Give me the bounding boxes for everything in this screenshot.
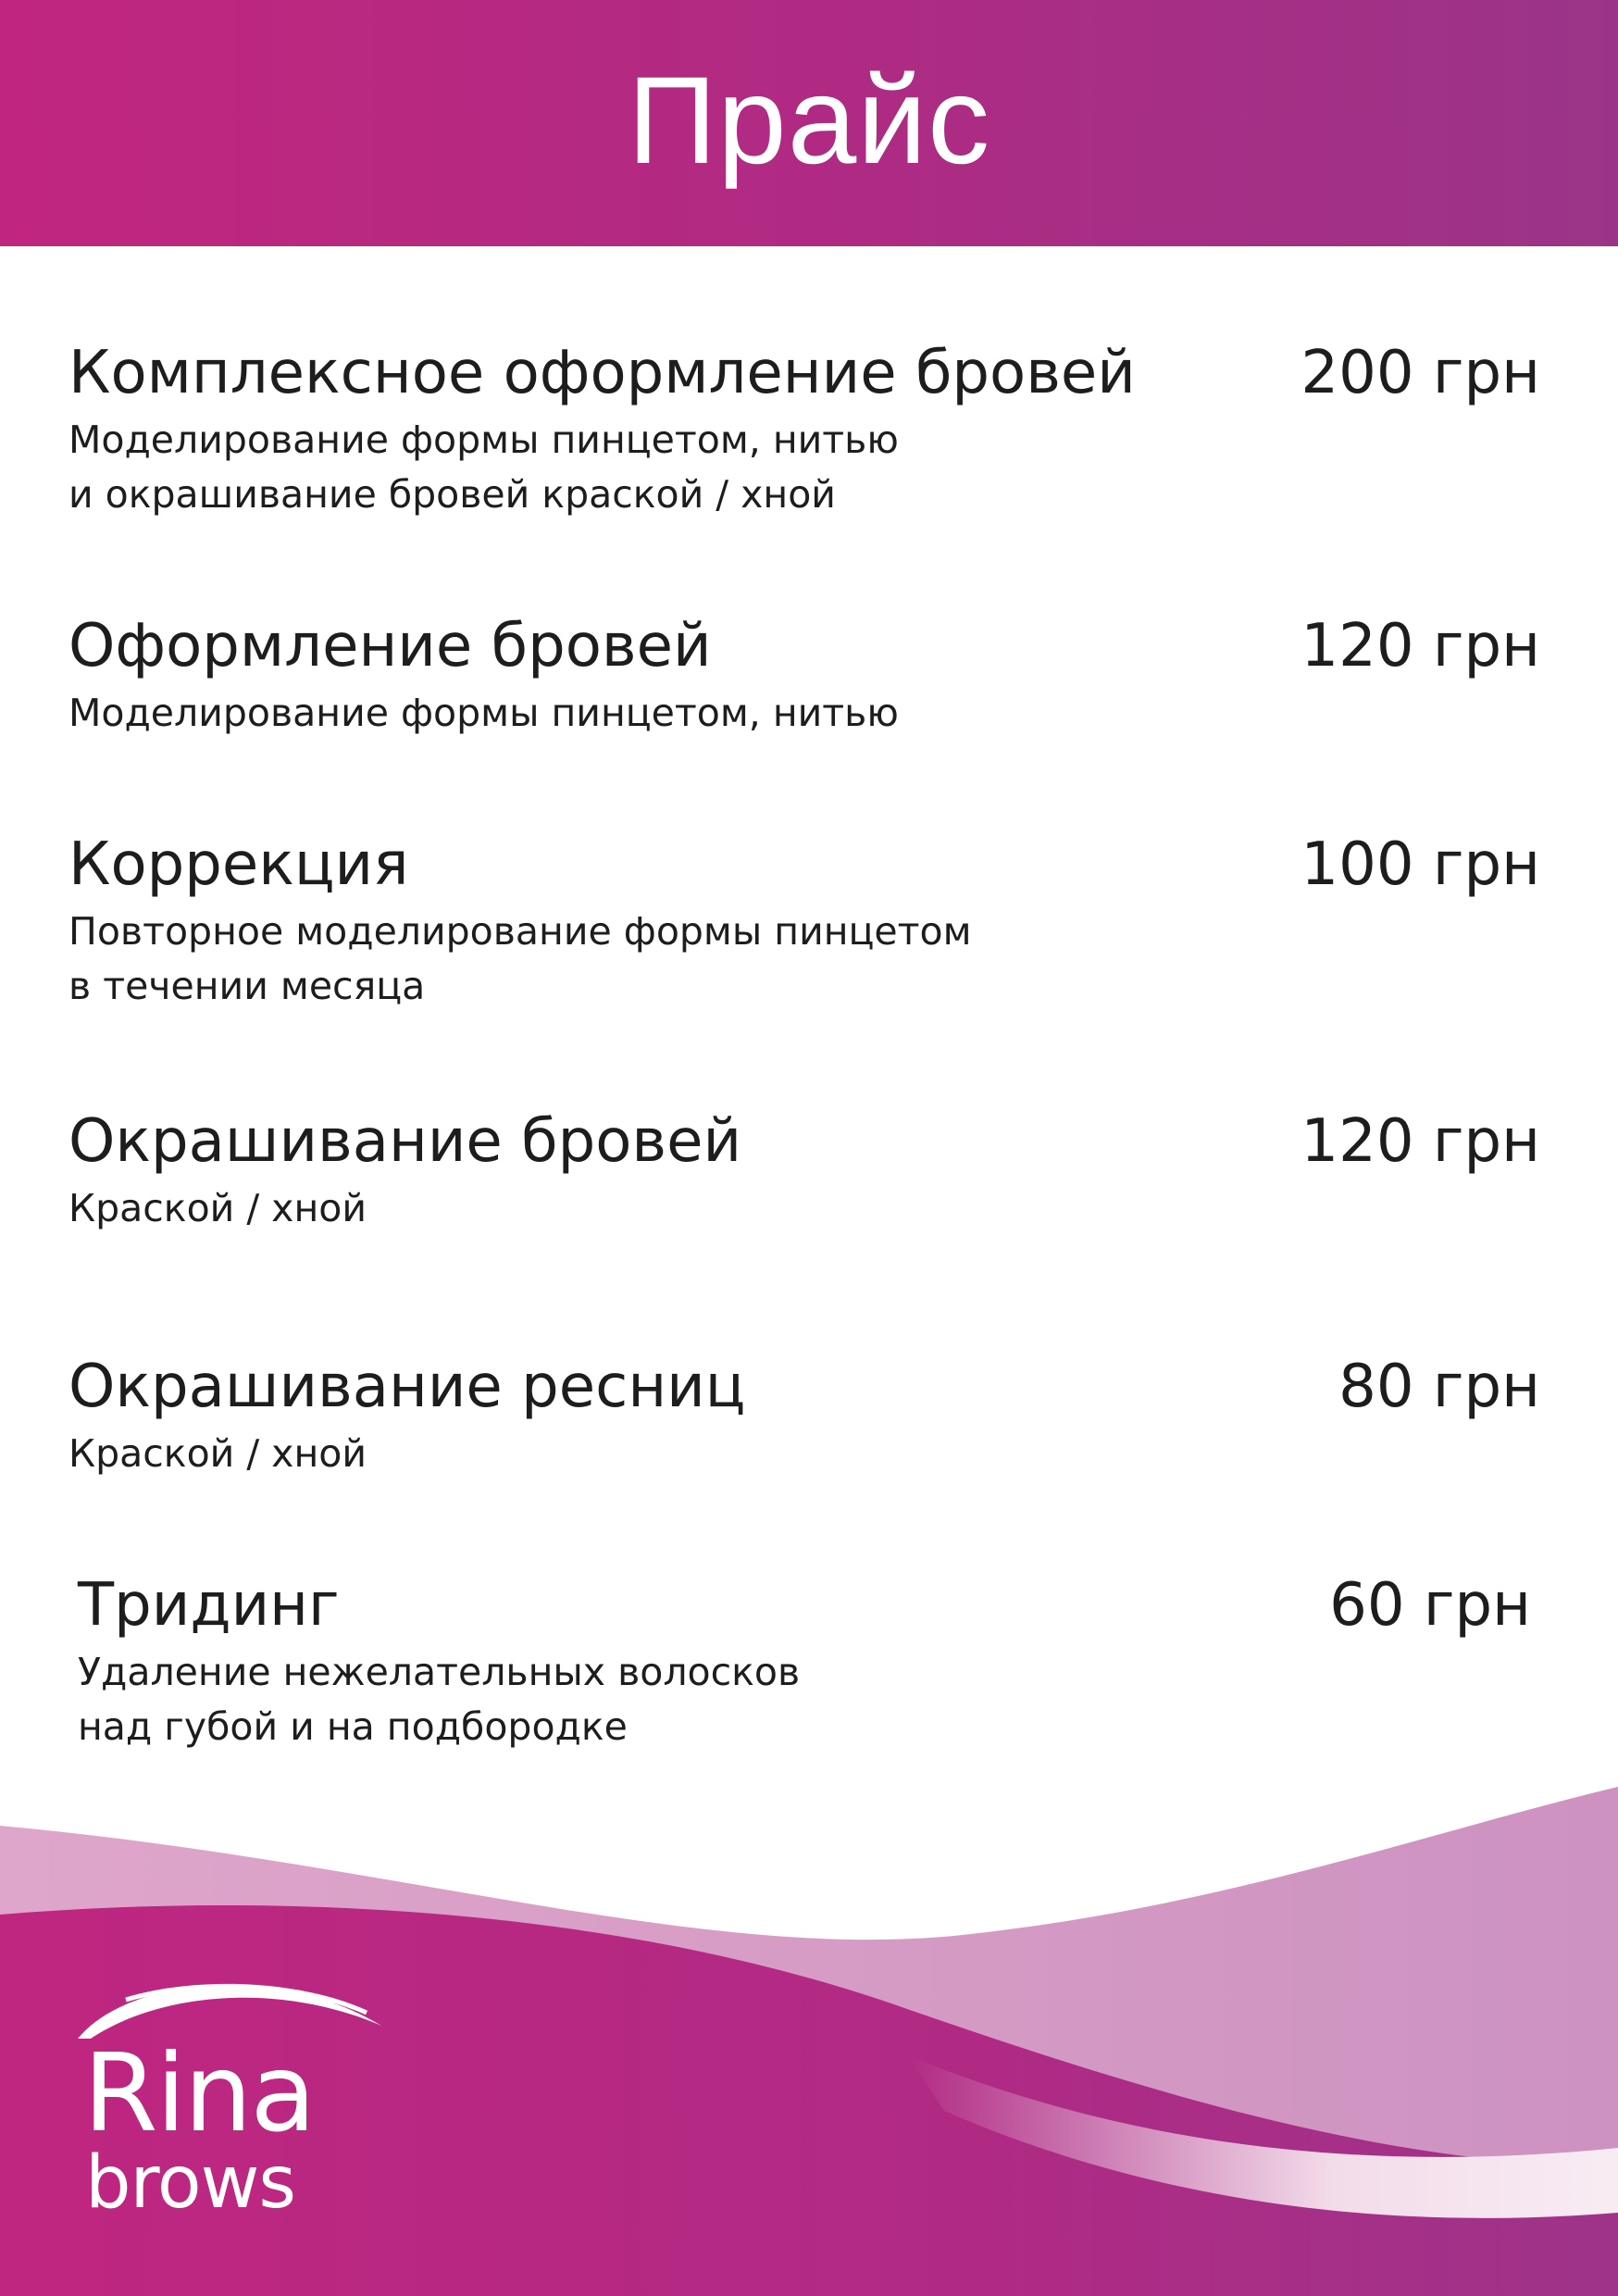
brand-name: Rina	[83, 2031, 316, 2156]
service-description-line: Повторное моделирование формы пинцетом	[68, 909, 972, 954]
service-name: Коррекция	[68, 830, 409, 899]
service-name: Оформление бровей	[68, 612, 712, 680]
service-description-line: и окрашивание бровей краской / хной	[68, 472, 836, 517]
service-description-line: над губой и на подбородке	[78, 1704, 628, 1749]
service-name: Тридинг	[78, 1571, 340, 1640]
service-description: Краской / хной	[68, 1427, 367, 1481]
service-price: 100 грн	[1301, 830, 1540, 899]
service-name: Комплексное оформление бровей	[68, 339, 1136, 407]
service-description-line: Краской / хной	[68, 1186, 367, 1230]
footer-wave: Rina brows	[0, 1778, 1618, 2296]
price-list: Комплексное оформление бровей 200 грн Мо…	[0, 0, 1618, 1759]
service-price: 60 грн	[1329, 1571, 1531, 1640]
service-description: Краской / хной	[68, 1181, 367, 1236]
service-description-line: Удаление нежелательных волосков	[78, 1650, 801, 1694]
service-price: 120 грн	[1301, 1107, 1540, 1176]
service-description-line: Краской / хной	[68, 1431, 367, 1476]
service-description: Повторное моделирование формы пинцетом в…	[68, 905, 972, 1014]
brand-subname: brows	[85, 2141, 296, 2225]
brand-logo: Rina brows	[70, 1961, 404, 2239]
service-description: Удаление нежелательных волосков над губо…	[78, 1645, 800, 1754]
service-price: 80 грн	[1338, 1353, 1540, 1421]
service-description: Моделирование формы пинцетом, нитью	[68, 686, 899, 741]
service-price: 120 грн	[1301, 612, 1540, 680]
service-name: Окрашивание ресниц	[68, 1353, 746, 1421]
service-price: 200 грн	[1301, 339, 1540, 407]
service-description-line: Моделирование формы пинцетом, нитью	[68, 418, 899, 462]
service-description: Моделирование формы пинцетом, нитью и ок…	[68, 413, 899, 522]
service-description-line: в течении месяца	[68, 964, 426, 1008]
service-name: Окрашивание бровей	[68, 1107, 742, 1176]
service-description-line: Моделирование формы пинцетом, нитью	[68, 691, 899, 735]
